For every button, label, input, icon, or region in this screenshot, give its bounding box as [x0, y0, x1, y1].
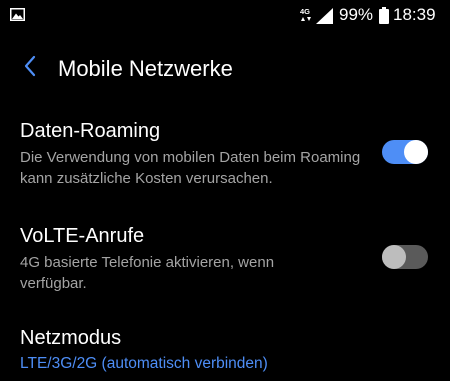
setting-description: Die Verwendung von mobilen Daten beim Ro… — [20, 149, 361, 187]
setting-data-roaming[interactable]: Daten-Roaming Die Verwendung von mobilen… — [0, 110, 450, 200]
setting-title: VoLTE-Anrufe — [20, 225, 145, 247]
back-button[interactable] — [10, 48, 50, 88]
toggle-thumb — [382, 245, 406, 269]
setting-title: Daten-Roaming — [20, 120, 161, 142]
signal-icon: 4G — [300, 7, 336, 25]
back-icon — [23, 55, 37, 82]
svg-text:4G: 4G — [300, 7, 310, 16]
status-bar: 4G 99% 18:39 — [0, 0, 450, 32]
toggle-thumb — [404, 140, 428, 164]
data-roaming-toggle[interactable] — [382, 140, 428, 164]
clock: 18:39 — [393, 5, 436, 24]
battery-icon — [379, 7, 389, 24]
app-bar: Mobile Netzwerke — [0, 48, 450, 88]
setting-network-mode[interactable]: Netzmodus LTE/3G/2G (automatisch verbind… — [0, 320, 450, 381]
setting-description: 4G basierte Telefonie aktivieren, wenn v… — [20, 254, 275, 292]
volte-toggle[interactable] — [382, 245, 428, 269]
battery-percentage: 99% — [339, 5, 374, 24]
page-title: Mobile Netzwerke — [58, 56, 233, 81]
setting-title: Netzmodus — [20, 327, 122, 349]
gallery-icon — [10, 8, 25, 21]
setting-volte-calls[interactable]: VoLTE-Anrufe 4G basierte Telefonie aktiv… — [0, 215, 450, 305]
setting-value: LTE/3G/2G (automatisch verbinden) — [20, 355, 268, 372]
